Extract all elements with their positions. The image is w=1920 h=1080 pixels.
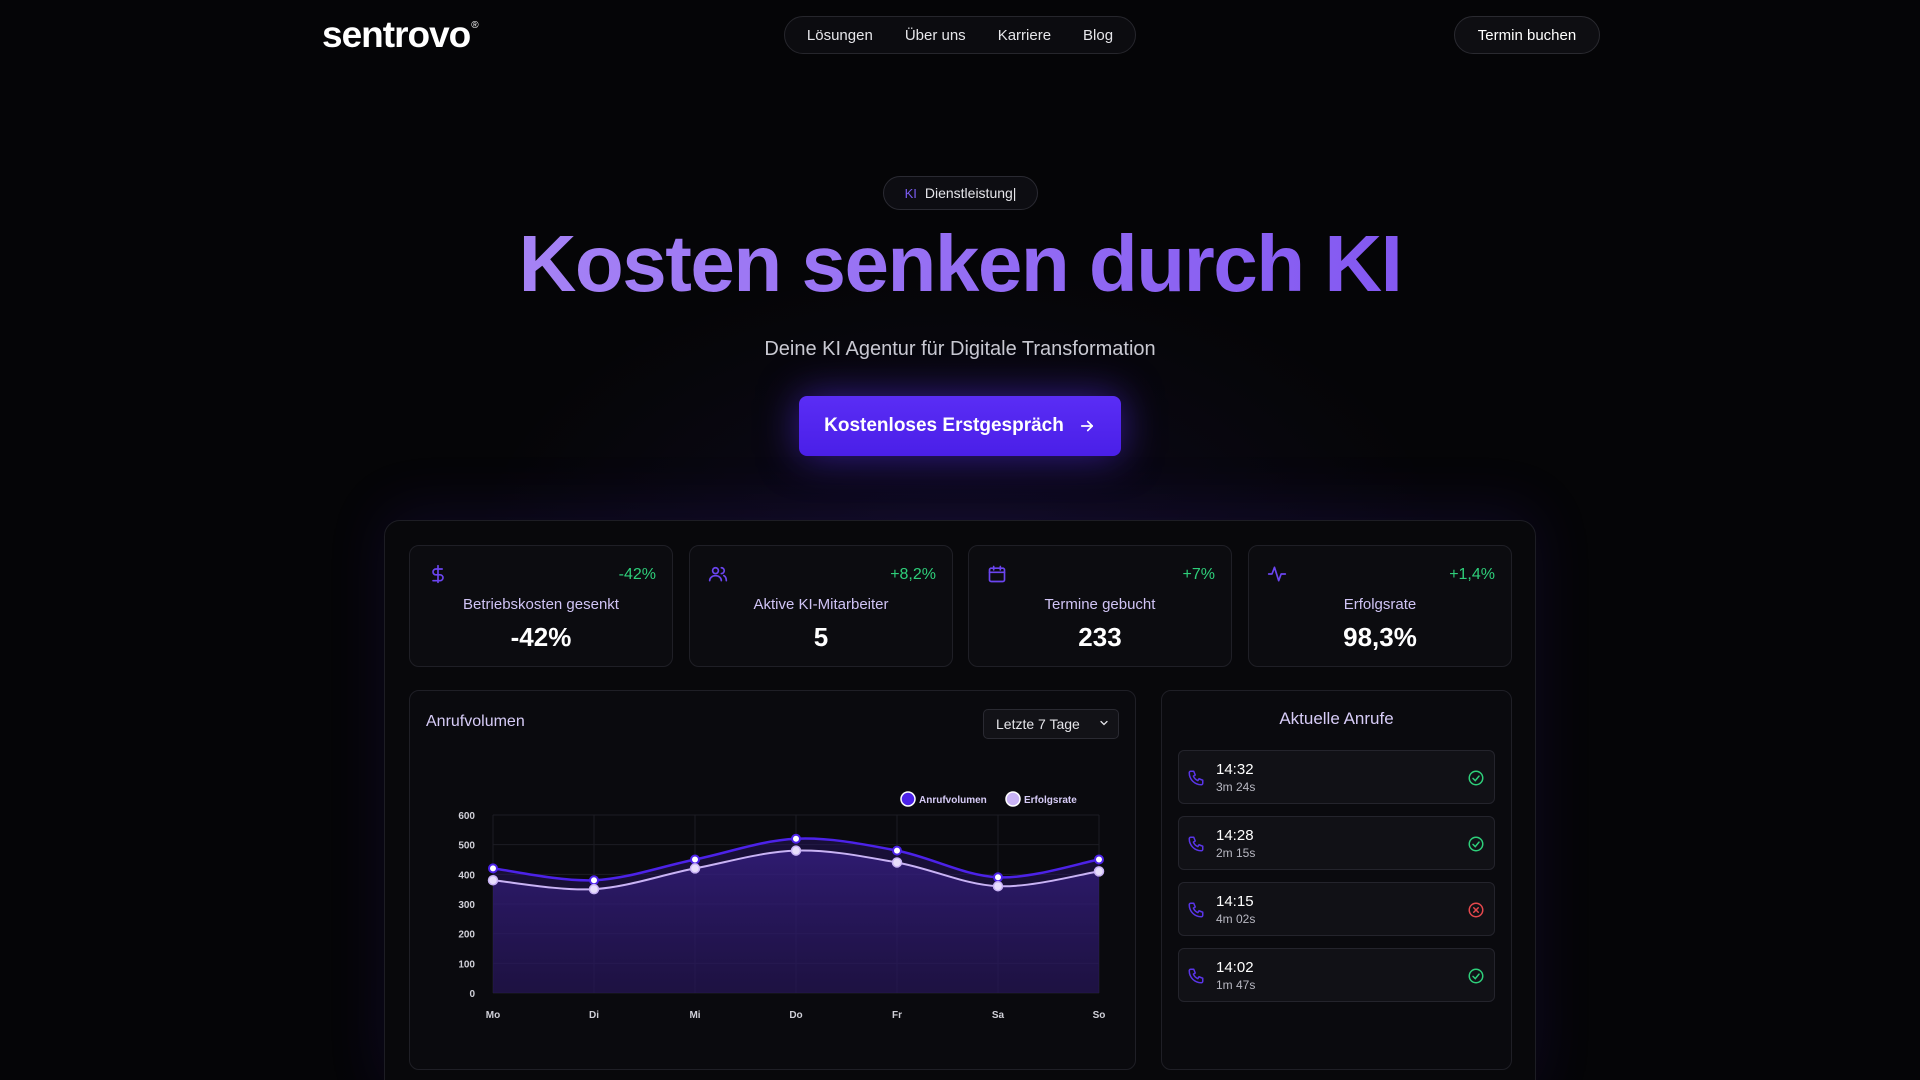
phone-icon (1188, 968, 1204, 984)
book-appointment-button[interactable]: Termin buchen (1454, 16, 1600, 54)
phone-icon (1188, 836, 1204, 852)
main-nav: Lösungen Über uns Karriere Blog (784, 16, 1136, 54)
call-item[interactable]: 14:15 4m 02s (1178, 882, 1495, 936)
call-volume-chart: 0 100 200 300 400 500 600 Mo Di Mi Do Fr Sa So Anrufvo… (458, 791, 1106, 1021)
dollar-icon (432, 564, 444, 584)
stat-label: Betriebskosten gesenkt (463, 596, 619, 613)
x-tick-label: Di (589, 1010, 599, 1021)
arrow-right-icon (1080, 420, 1093, 432)
logo[interactable]: sentrovo® (322, 14, 479, 56)
call-duration: 2m 15s (1216, 846, 1256, 860)
data-point-erfolgsrate (891, 857, 903, 868)
x-tick-label: Sa (992, 1010, 1005, 1021)
data-point-erfolgsrate (689, 863, 701, 874)
stat-value: 5 (813, 622, 829, 652)
stat-delta: +7% (1182, 566, 1215, 583)
y-tick-label: 600 (458, 811, 475, 822)
check-circle-icon (1468, 968, 1484, 984)
y-tick-label: 100 (458, 959, 475, 970)
data-point-anrufvolumen (892, 845, 902, 856)
call-duration: 1m 47s (1216, 978, 1256, 992)
hero-title: Kosten senken durch KI (0, 218, 1920, 310)
x-tick-label: Fr (892, 1010, 902, 1021)
data-point-erfolgsrate (790, 845, 802, 856)
data-point-anrufvolumen (791, 833, 801, 844)
x-tick-label: So (1093, 1010, 1106, 1021)
nav-link-blog[interactable]: Blog (1083, 27, 1113, 44)
data-point-erfolgsrate (588, 883, 600, 895)
y-tick-label: 400 (458, 870, 475, 881)
data-point-anrufvolumen (690, 854, 700, 865)
nav-link-loesungen[interactable]: Lösungen (807, 27, 873, 44)
call-time: 14:02 (1216, 959, 1254, 976)
check-circle-icon (1468, 770, 1484, 786)
data-point-erfolgsrate (487, 875, 499, 886)
call-duration: 3m 24s (1216, 780, 1256, 794)
stat-card-costs: -42% Betriebskosten gesenkt -42% (409, 545, 673, 667)
stat-card-success-rate: +1,4% Erfolgsrate 98,3% (1248, 545, 1512, 667)
stat-label: Termine gebucht (1044, 596, 1156, 613)
stat-delta: -42% (618, 566, 656, 583)
free-consultation-button[interactable]: Kostenloses Erstgespräch (799, 396, 1121, 456)
x-tick-label: Mi (689, 1010, 700, 1021)
call-time: 14:15 (1216, 893, 1254, 910)
users-icon (708, 566, 728, 582)
data-point-erfolgsrate (992, 880, 1004, 892)
activity-icon (1267, 566, 1287, 582)
call-item[interactable]: 14:28 2m 15s (1178, 816, 1495, 870)
x-circle-icon (1468, 902, 1484, 918)
y-tick-label: 300 (458, 900, 475, 911)
recent-calls-title: Aktuelle Anrufe (1279, 709, 1394, 728)
x-tick-label: Mo (486, 1010, 500, 1021)
data-point-anrufvolumen (488, 863, 498, 874)
check-circle-icon (1468, 836, 1484, 852)
call-volume-card: Anrufvolumen Letzte 7 Tage 0 100 200 300 400… (409, 690, 1136, 1070)
y-tick-label: 0 (469, 989, 475, 1000)
data-point-anrufvolumen (993, 872, 1003, 883)
phone-icon (1188, 902, 1204, 918)
hero-subtitle: Deine KI Agentur für Digitale Transforma… (764, 338, 1156, 360)
stat-card-agents: +8,2% Aktive KI-Mitarbeiter 5 (689, 545, 953, 667)
x-tick-label: Do (789, 1010, 802, 1021)
stat-label: Aktive KI-Mitarbeiter (753, 596, 889, 613)
stat-value: -42% (510, 622, 572, 652)
y-tick-label: 500 (458, 841, 475, 852)
legend-label-erfolgsrate: Erfolgsrate (1024, 795, 1077, 806)
cta-label: Kostenloses Erstgespräch (824, 415, 1064, 436)
call-time: 14:28 (1216, 827, 1254, 844)
call-duration: 4m 02s (1216, 912, 1256, 926)
call-item[interactable]: 14:32 3m 24s (1178, 750, 1495, 804)
recent-calls-card: Aktuelle Anrufe 14:32 3m 24s 14:28 2m 15s 14… (1161, 690, 1512, 1070)
data-point-anrufvolumen (589, 875, 599, 886)
data-point-anrufvolumen (1094, 854, 1104, 865)
legend-swatch-erfolgsrate (1005, 791, 1021, 807)
call-item[interactable]: 14:02 1m 47s (1178, 948, 1495, 1002)
y-tick-label: 200 (458, 930, 475, 941)
service-badge: KI Dienstleistung| (883, 176, 1038, 210)
stat-value: 233 (1078, 622, 1122, 652)
stat-value: 98,3% (1343, 622, 1417, 652)
badge-prefix: KI (904, 185, 917, 201)
call-time: 14:32 (1216, 761, 1254, 778)
series-area-erfolgsrate (493, 850, 1099, 993)
legend-label-anrufvolumen: Anrufvolumen (919, 795, 987, 806)
stat-delta: +8,2% (890, 566, 936, 583)
stat-delta: +1,4% (1449, 566, 1495, 583)
stat-card-appointments: +7% Termine gebucht 233 (968, 545, 1232, 667)
nav-link-karriere[interactable]: Karriere (998, 27, 1051, 44)
data-point-erfolgsrate (1093, 866, 1105, 877)
badge-text: Dienstleistung| (924, 185, 1017, 201)
nav-link-ueber-uns[interactable]: Über uns (905, 27, 966, 44)
calendar-icon (988, 565, 1006, 583)
legend-swatch-anrufvolumen (900, 791, 916, 807)
phone-icon (1188, 770, 1204, 786)
stat-label: Erfolgsrate (1343, 596, 1417, 613)
